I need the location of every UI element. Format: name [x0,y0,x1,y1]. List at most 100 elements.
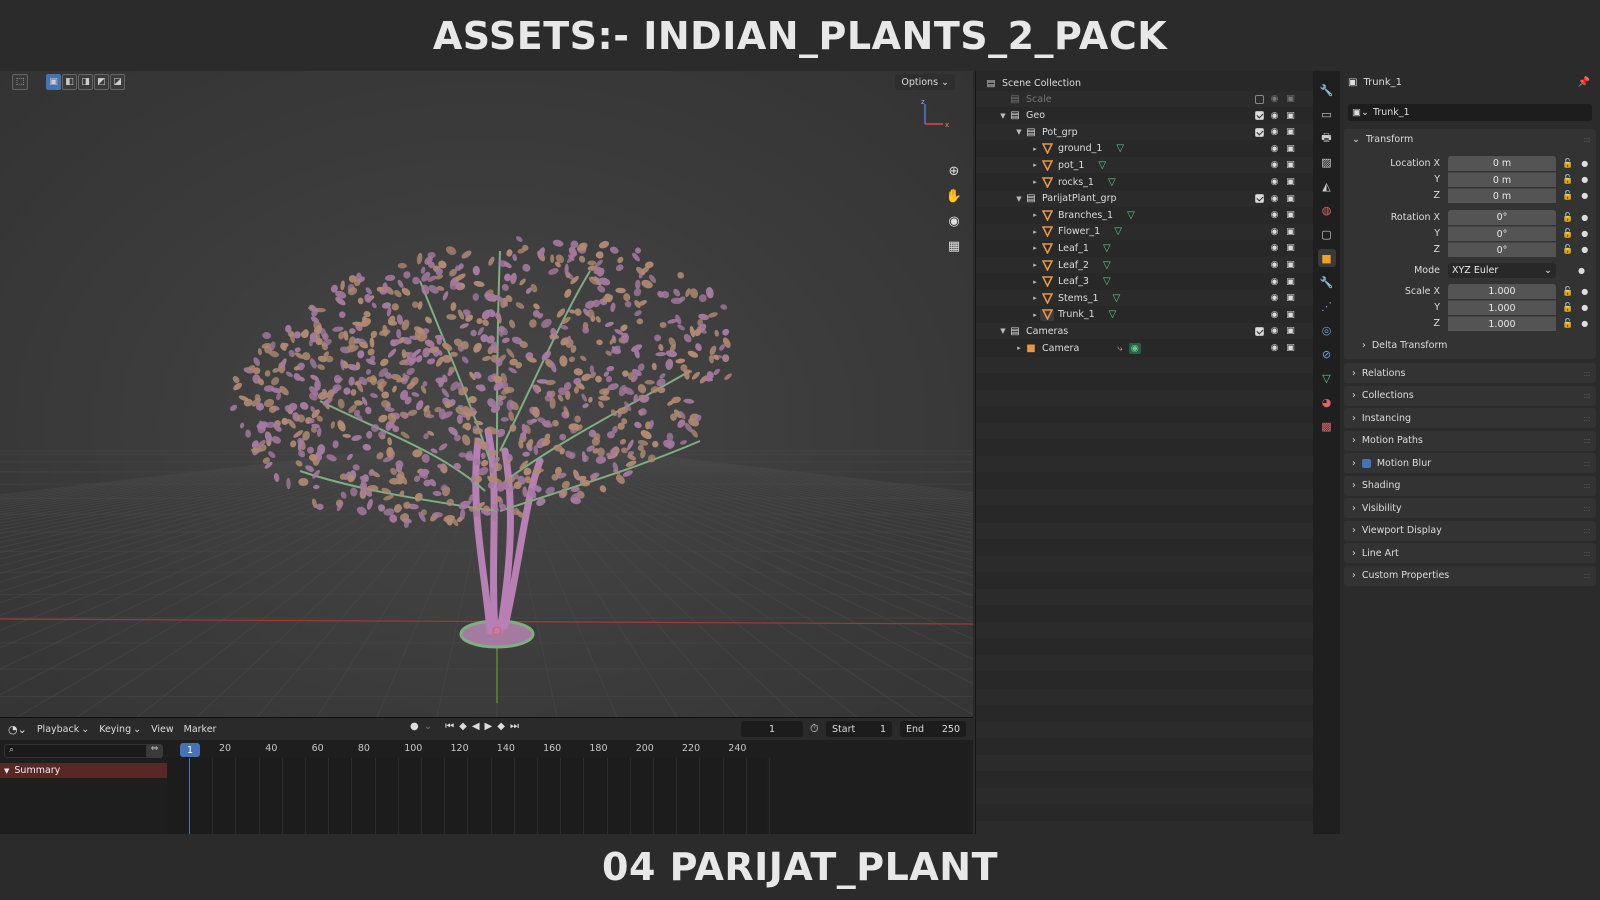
view-layer-tab-icon[interactable]: ▨ [1318,153,1336,171]
expand-right-icon[interactable]: ▸ [1014,344,1024,352]
expand-right-icon[interactable]: ▸ [1030,161,1040,169]
scene-tab-icon[interactable]: ◭ [1318,177,1336,195]
expand-right-icon[interactable]: ▸ [1030,294,1040,302]
mesh-data-icon[interactable]: ▽ [1113,293,1121,304]
scene-collection-row[interactable]: ▤ Scene Collection [976,75,1314,91]
expand-down-icon[interactable]: ▼ [1014,128,1024,136]
expand-down-icon[interactable]: ▼ [998,327,1008,335]
lock-icon[interactable]: 🔓 [1562,159,1573,169]
eye-icon[interactable]: ◉ [1269,343,1280,353]
object-type-icon[interactable]: ▣⌄ [1352,107,1369,118]
keyframe-dot-icon[interactable]: ● [1581,287,1588,296]
render-camera-icon[interactable]: ▣ [1285,127,1296,137]
expand-right-icon[interactable]: ▸ [1030,228,1040,236]
axis-gizmo[interactable]: z x [915,96,955,136]
ortho-grid-icon[interactable]: ▦ [943,238,965,255]
render-camera-icon[interactable]: ▣ [1285,194,1296,204]
render-camera-icon[interactable]: ▣ [1285,310,1296,320]
drag-grip-icon[interactable]: :::: [1583,436,1591,445]
mesh-data-icon[interactable]: ▽ [1109,309,1117,320]
eye-icon[interactable]: ◉ [1269,111,1280,121]
expand-down-icon[interactable]: ▼ [1014,195,1024,203]
end-frame-field[interactable]: End 250 [900,721,966,737]
outliner-row[interactable]: ▸ pot_1 ▽ ◉ ▣ [976,157,1314,174]
render-camera-icon[interactable]: ▣ [1285,343,1296,353]
eye-icon[interactable]: ◉ [1269,210,1280,220]
select-subtract-icon[interactable]: ◨ [78,74,93,90]
play-reverse-icon[interactable]: ◀ [472,721,480,732]
expand-right-icon[interactable]: ▸ [1030,311,1040,319]
panel-header[interactable]: › Custom Properties:::: [1344,566,1596,586]
expand-right-icon[interactable]: ▸ [1030,278,1040,286]
panel-instancing[interactable]: › Instancing:::: [1344,408,1596,428]
mesh-data-icon[interactable]: ▽ [1103,276,1111,287]
location-x-field[interactable]: 0 m [1448,156,1556,171]
outliner-row[interactable]: ▸ Stems_1 ▽ ◉ ▣ [976,290,1314,307]
select-new-icon[interactable]: ▣ [46,74,61,90]
exclude-checkbox[interactable] [1255,326,1264,336]
playhead[interactable] [189,758,190,835]
marker-menu[interactable]: Marker [184,724,217,735]
location-y-field[interactable]: 0 m [1448,172,1556,187]
rotation-x-field[interactable]: 0° [1448,210,1556,225]
panel-visibility[interactable]: › Visibility:::: [1344,498,1596,518]
keyframe-dot-icon[interactable]: ● [1581,175,1588,184]
channel-search-input[interactable]: ⌕ [4,744,161,758]
stopwatch-icon[interactable]: ⏱ [810,722,819,736]
outliner-row[interactable]: ▸ rocks_1 ▽ ◉ ▣ [976,174,1314,190]
drag-grip-icon[interactable]: :::: [1583,571,1591,580]
outliner-row[interactable]: ▼ ▤ Pot_grp ◉ ▣ [976,124,1314,141]
render-camera-icon[interactable]: ▣ [1285,293,1296,303]
outliner-row[interactable]: ▼ ▤ ParijatPlant_grp ◉ ▣ [976,190,1314,207]
render-camera-icon[interactable]: ▣ [1285,160,1296,170]
scale-z-field[interactable]: 1.000 [1448,316,1556,331]
keyframe-dot-icon[interactable]: ● [1581,303,1588,312]
rotation-y-field[interactable]: 0° [1448,226,1556,241]
eye-icon[interactable]: ◉ [1269,177,1280,187]
current-frame-field[interactable]: 1 [741,721,803,737]
render-camera-icon[interactable]: ▣ [1285,260,1296,270]
keyframe-dot-icon[interactable]: ● [1581,229,1588,238]
constraints-tab-icon[interactable]: ⊘ [1318,345,1336,363]
pin-icon[interactable]: 📌 [1578,77,1590,88]
3d-viewport[interactable]: ⬚ ▣ ◧ ◨ ◩ ◪ Options ⌄ z x ⊕ ✋ ◉ ▦ [0,71,973,717]
start-frame-field[interactable]: Start 1 [826,721,892,737]
object-name-field[interactable]: ▣⌄ Trunk_1 [1348,104,1592,121]
outliner-row[interactable]: ▸ Leaf_2 ▽ ◉ ▣ [976,257,1314,273]
drag-grip-icon[interactable]: :::: [1583,135,1591,144]
panel-header[interactable]: › Collections:::: [1344,386,1596,406]
eye-icon[interactable]: ◉ [1269,194,1280,204]
prev-keyframe-icon[interactable]: ◆ [459,721,467,732]
options-dropdown[interactable]: Options ⌄ [895,74,955,90]
outliner-row[interactable]: ▸ Leaf_3 ▽ ◉ ▣ [976,274,1314,290]
render-camera-icon[interactable]: ▣ [1285,177,1296,187]
lock-icon[interactable]: 🔓 [1562,229,1573,239]
object-tab-icon[interactable]: ■ [1317,249,1336,267]
modifier-tab-icon[interactable]: 🔧 [1318,273,1336,291]
keyframe-dot-icon[interactable]: ● [1581,245,1588,254]
output-tab-icon[interactable]: 🖶 [1318,129,1336,147]
outliner[interactable]: ▤ Scene Collection ▤ Scale ◉ ▣ ▼ ▤ Geo ◉ ▣ ▼ ▤ Pot_… [975,71,1314,838]
render-camera-icon[interactable]: ▣ [1285,210,1296,220]
keyframe-dot-icon[interactable]: ● [1581,159,1588,168]
outliner-row[interactable]: ▸ Trunk_1 ▽ ◉ ▣ [976,307,1314,323]
data-tab-icon[interactable]: ▽ [1318,369,1336,387]
lock-icon[interactable]: 🔓 [1562,175,1573,185]
keyframe-area[interactable] [167,758,770,835]
eye-icon[interactable]: ◉ [1269,160,1280,170]
dropdown-icon[interactable]: ⌄ [424,721,432,732]
tool-tab-icon[interactable]: 🔧 [1318,81,1336,99]
exclude-checkbox[interactable] [1255,127,1264,137]
panel-relations[interactable]: › Relations:::: [1344,363,1596,383]
material-tab-icon[interactable]: ◕ [1318,393,1336,411]
exclude-checkbox[interactable] [1255,194,1264,204]
outliner-row[interactable]: ▸ Leaf_1 ▽ ◉ ▣ [976,240,1314,256]
motion-blur-checkbox[interactable] [1361,458,1371,468]
outliner-row[interactable]: ▸ ground_1 ▽ ◉ ▣ [976,141,1314,157]
mesh-data-icon[interactable]: ▽ [1103,260,1111,271]
particles-tab-icon[interactable]: ⋰ [1318,297,1336,315]
lock-icon[interactable]: 🔓 [1562,191,1573,201]
location-z-field[interactable]: 0 m [1448,188,1556,203]
world-tab-icon[interactable]: ◍ [1318,201,1336,219]
zoom-icon[interactable]: ⊕ [943,163,965,180]
